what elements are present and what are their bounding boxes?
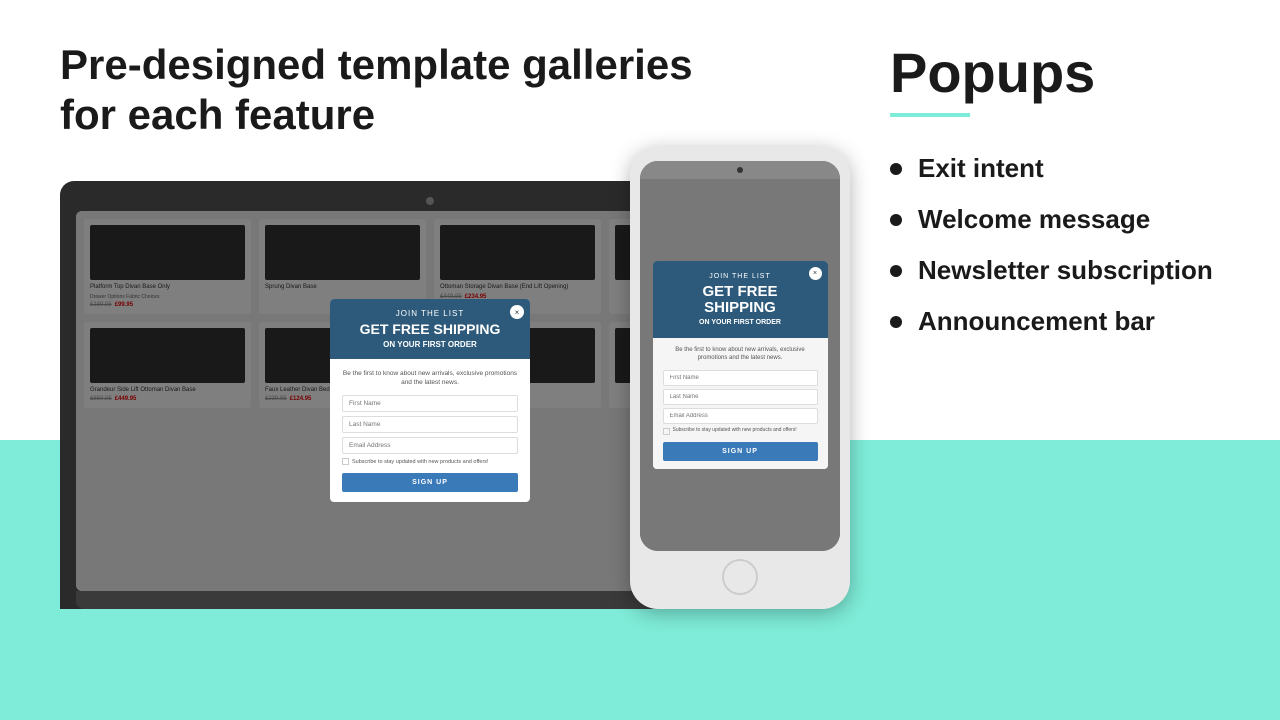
devices-wrapper: Platform Top Divan Base Only Drawer Opti… bbox=[60, 181, 830, 609]
phone-home-button[interactable] bbox=[722, 559, 758, 595]
phone-shop-content: JOIN THE LIST GET FREESHIPPING ON YOUR F… bbox=[640, 179, 840, 551]
phone-screen: JOIN THE LIST GET FREESHIPPING ON YOUR F… bbox=[640, 161, 840, 551]
phone-checkbox-row: Subscribe to stay updated with new produ… bbox=[663, 427, 818, 435]
signup-button[interactable]: SIGN UP bbox=[342, 473, 518, 492]
popup-description: Be the first to know about new arrivals,… bbox=[342, 369, 518, 387]
popup-body: Be the first to know about new arrivals,… bbox=[330, 359, 530, 502]
list-item: Newsletter subscription bbox=[890, 255, 1240, 286]
bullet-icon bbox=[890, 316, 902, 328]
checkbox-row: Subscribe to stay updated with new produ… bbox=[342, 458, 518, 465]
page-title: Pre-designed template galleries for each… bbox=[60, 40, 830, 141]
left-panel: Pre-designed template galleries for each… bbox=[0, 0, 860, 720]
popup-close-button[interactable]: × bbox=[510, 305, 524, 319]
phone-popup-close-button[interactable]: × bbox=[809, 267, 822, 280]
phone-subscribe-checkbox[interactable] bbox=[663, 428, 670, 435]
popup-modal: JOIN THE LIST GET FREE SHIPPING ON YOUR … bbox=[330, 299, 530, 502]
list-item: Exit intent bbox=[890, 153, 1240, 184]
bullet-icon bbox=[890, 163, 902, 175]
first-name-input[interactable] bbox=[342, 395, 518, 412]
email-input[interactable] bbox=[342, 437, 518, 454]
feature-item-label: Announcement bar bbox=[918, 306, 1155, 337]
popup-join-text: JOIN THE LIST bbox=[342, 309, 518, 318]
phone-camera-area bbox=[640, 161, 840, 179]
phone-first-name-input[interactable] bbox=[663, 370, 818, 386]
phone-email-input[interactable] bbox=[663, 408, 818, 424]
popup-title: GET FREE SHIPPING bbox=[342, 322, 518, 337]
right-panel: Popups Exit intent Welcome message Newsl… bbox=[860, 0, 1280, 720]
content-wrapper: Pre-designed template galleries for each… bbox=[0, 0, 1280, 720]
phone-device: JOIN THE LIST GET FREESHIPPING ON YOUR F… bbox=[630, 147, 850, 609]
feature-title-underline bbox=[890, 113, 970, 117]
list-item: Welcome message bbox=[890, 204, 1240, 235]
phone-popup-body: Be the first to know about new arrivals,… bbox=[653, 338, 828, 469]
feature-item-label: Exit intent bbox=[918, 153, 1044, 184]
last-name-input[interactable] bbox=[342, 416, 518, 433]
bullet-icon bbox=[890, 265, 902, 277]
phone-popup-title: GET FREESHIPPING bbox=[663, 284, 818, 317]
feature-list: Exit intent Welcome message Newsletter s… bbox=[890, 153, 1240, 337]
phone-last-name-input[interactable] bbox=[663, 389, 818, 405]
phone-signup-button[interactable]: SIGN UP bbox=[663, 442, 818, 461]
feature-title: Popups bbox=[890, 40, 1240, 105]
phone-camera bbox=[737, 167, 743, 173]
bullet-icon bbox=[890, 214, 902, 226]
phone-popup-modal: JOIN THE LIST GET FREESHIPPING ON YOUR F… bbox=[653, 261, 828, 469]
phone-popup-overlay: JOIN THE LIST GET FREESHIPPING ON YOUR F… bbox=[640, 179, 840, 551]
popup-subtitle: ON YOUR FIRST ORDER bbox=[342, 340, 518, 349]
laptop-camera bbox=[426, 197, 434, 205]
phone-popup-subtitle: ON YOUR FIRST ORDER bbox=[663, 319, 818, 326]
list-item: Announcement bar bbox=[890, 306, 1240, 337]
checkbox-label: Subscribe to stay updated with new produ… bbox=[352, 459, 489, 465]
phone-popup-header: JOIN THE LIST GET FREESHIPPING ON YOUR F… bbox=[653, 261, 828, 338]
popup-header: JOIN THE LIST GET FREE SHIPPING ON YOUR … bbox=[330, 299, 530, 358]
feature-item-label: Welcome message bbox=[918, 204, 1150, 235]
phone-popup-join-text: JOIN THE LIST bbox=[663, 273, 818, 280]
phone-popup-description: Be the first to know about new arrivals,… bbox=[663, 346, 818, 363]
feature-item-label: Newsletter subscription bbox=[918, 255, 1213, 286]
subscribe-checkbox[interactable] bbox=[342, 458, 349, 465]
phone-checkbox-label: Subscribe to stay updated with new produ… bbox=[673, 427, 797, 434]
